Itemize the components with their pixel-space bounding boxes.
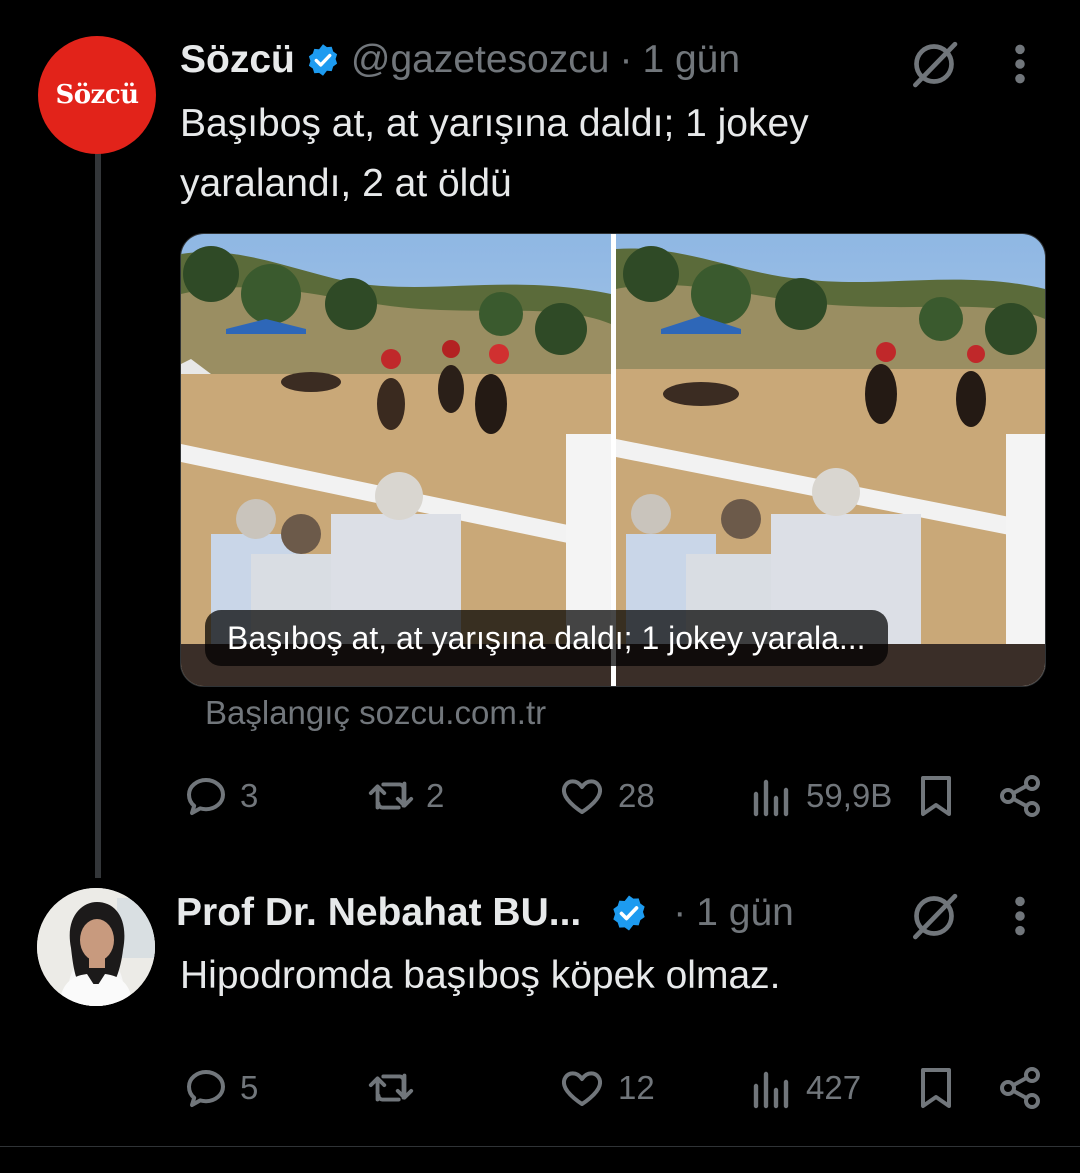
link-source[interactable]: Başlangıç sozcu.com.tr bbox=[205, 694, 546, 732]
like-count: 28 bbox=[618, 777, 655, 814]
verified-badge-icon bbox=[613, 895, 645, 931]
tweet-1-header: Sözcü @gazetesozcu · 1 gün bbox=[180, 38, 740, 82]
reply-button[interactable]: 5 bbox=[182, 1064, 258, 1112]
more-vertical-icon[interactable] bbox=[1004, 894, 1036, 938]
avatar-photo bbox=[37, 888, 155, 1006]
views-button[interactable]: 59,9B bbox=[748, 772, 892, 820]
views-button[interactable]: 427 bbox=[748, 1064, 861, 1112]
retweet-button[interactable]: 2 bbox=[366, 772, 444, 820]
verified-badge-icon bbox=[308, 44, 337, 76]
avatar-user[interactable] bbox=[37, 888, 155, 1006]
retweet-count: 2 bbox=[426, 777, 445, 814]
heart-icon bbox=[561, 779, 603, 814]
thread-line bbox=[95, 150, 101, 878]
share-icon[interactable] bbox=[996, 772, 1044, 820]
author-name[interactable]: Sözcü bbox=[180, 38, 295, 82]
tweet-time[interactable]: 1 gün bbox=[696, 891, 794, 935]
bookmark-icon[interactable] bbox=[914, 1064, 958, 1112]
like-count: 12 bbox=[618, 1069, 655, 1106]
like-button[interactable]: 28 bbox=[558, 772, 655, 820]
views-icon bbox=[753, 1071, 789, 1109]
more-vertical-icon[interactable] bbox=[1004, 42, 1036, 86]
tweet-2-text: Hipodromda başıboş köpek olmaz. bbox=[180, 954, 781, 997]
author-name[interactable]: Prof Dr. Nebahat BU... bbox=[176, 891, 581, 935]
divider bbox=[0, 1146, 1080, 1147]
retweet-icon bbox=[368, 1073, 414, 1102]
tweet-time[interactable]: 1 gün bbox=[642, 38, 740, 82]
like-button[interactable]: 12 bbox=[558, 1064, 655, 1112]
views-count: 59,9B bbox=[806, 777, 893, 814]
heart-icon bbox=[561, 1071, 603, 1106]
grok-icon[interactable] bbox=[906, 888, 962, 944]
media-caption: Başıboş at, at yarışına daldı; 1 jokey y… bbox=[205, 610, 888, 666]
bookmark-icon[interactable] bbox=[914, 772, 958, 820]
author-handle[interactable]: @gazetesozcu bbox=[351, 38, 610, 82]
reply-count: 5 bbox=[240, 1069, 259, 1106]
share-icon[interactable] bbox=[996, 1064, 1044, 1112]
reply-icon bbox=[187, 778, 225, 815]
avatar-sozcu[interactable]: Sözcü bbox=[38, 36, 156, 154]
separator-dot: · bbox=[619, 38, 633, 81]
retweet-button[interactable] bbox=[366, 1064, 426, 1112]
grok-icon[interactable] bbox=[906, 36, 962, 92]
reply-button[interactable]: 3 bbox=[182, 772, 258, 820]
sozcu-logo: Sözcü bbox=[55, 80, 139, 110]
views-count: 427 bbox=[806, 1069, 862, 1106]
tweet-media[interactable]: Başıboş at, at yarışına daldı; 1 jokey y… bbox=[180, 233, 1046, 687]
reply-icon bbox=[187, 1070, 225, 1107]
reply-count: 3 bbox=[240, 777, 259, 814]
views-icon bbox=[753, 779, 789, 817]
tweet-1-text: Başıboş at, at yarışına daldı; 1 jokey y… bbox=[180, 102, 809, 205]
tweet-2-header: Prof Dr. Nebahat BU... · 1 gün bbox=[176, 891, 794, 935]
separator-dot: · bbox=[673, 891, 687, 934]
retweet-icon bbox=[368, 781, 414, 810]
